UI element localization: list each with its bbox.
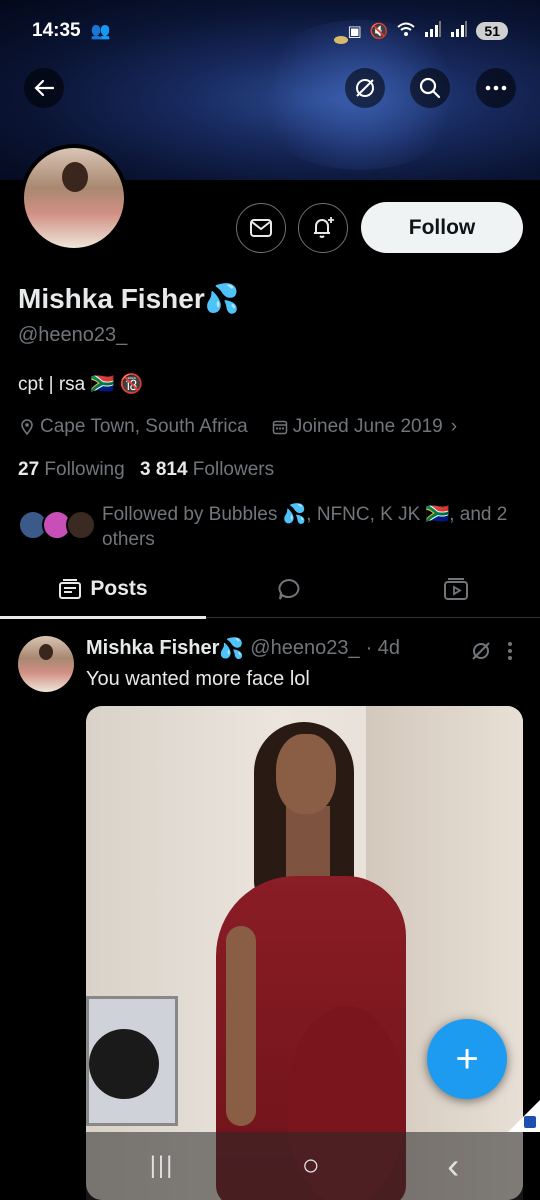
home-button[interactable]: ○	[302, 1149, 320, 1183]
search-icon	[419, 77, 441, 99]
location-icon	[21, 419, 33, 436]
image-neck	[286, 806, 330, 886]
joined-item[interactable]: Joined June 2019 ›	[272, 416, 457, 438]
tab-replies[interactable]	[206, 560, 372, 618]
recent-apps-button[interactable]: |||	[150, 1152, 175, 1180]
post-author-name[interactable]: Mishka Fisher	[86, 637, 219, 660]
image-face	[276, 734, 336, 814]
chevron-right-icon: ›	[450, 416, 458, 437]
following-label: Following	[44, 459, 125, 480]
followed-by-avatars	[18, 502, 98, 540]
sweat-emoji: 💦	[219, 638, 245, 660]
post-header: Mishka Fisher 💦 @heeno23_ · 4d	[86, 636, 400, 661]
wifi-icon	[396, 21, 416, 41]
search-button[interactable]	[410, 68, 450, 108]
profile-name-text: Mishka Fisher	[18, 283, 205, 314]
message-button[interactable]	[236, 203, 286, 253]
tab-posts-label: Posts	[90, 577, 148, 600]
mail-icon	[250, 219, 272, 237]
profile-name: Mishka Fisher💦	[18, 282, 240, 315]
signal-icon	[424, 21, 442, 41]
status-bar: 14:35 👥 ▣ 🔇 51	[0, 0, 540, 62]
followed-by[interactable]: Followed by Bubbles 💦, NFNC, K JK 🇿🇦, an…	[18, 502, 528, 552]
grok-button[interactable]	[345, 68, 385, 108]
people-icon: 👥	[90, 23, 111, 40]
avatar-figure	[62, 162, 88, 192]
location-item: Cape Town, South Africa	[18, 416, 248, 438]
mute-icon: 🔇	[369, 23, 389, 40]
signal-icon	[450, 21, 468, 41]
follow-counts: 27 Following 3 814 Followers	[18, 459, 274, 481]
location-text: Cape Town, South Africa	[40, 416, 248, 437]
posts-icon	[59, 579, 82, 599]
compose-button[interactable]: +	[427, 1019, 507, 1099]
sweat-emoji: 💦	[204, 283, 240, 314]
profile-tabs: Posts	[0, 560, 540, 619]
followers-label: Followers	[192, 459, 275, 480]
notify-button[interactable]	[298, 203, 348, 253]
tab-media[interactable]	[372, 560, 540, 618]
tab-posts[interactable]: Posts	[0, 560, 206, 619]
post-more-button[interactable]	[506, 641, 514, 666]
followers-link[interactable]: 3 814 Followers	[140, 459, 274, 480]
plus-icon: +	[455, 1036, 479, 1081]
profile-bio: cpt | rsa 🇿🇦 🔞	[18, 374, 144, 395]
nav-back-button[interactable]: ‹	[447, 1145, 459, 1187]
system-navbar: ||| ○ ‹	[86, 1132, 523, 1200]
arrow-left-icon	[34, 79, 55, 97]
badge-mark	[524, 1116, 536, 1128]
media-icon	[444, 578, 468, 600]
more-button[interactable]	[476, 68, 516, 108]
battery-indicator: 51	[476, 22, 508, 40]
profile-handle: @heeno23_	[18, 324, 128, 346]
following-count: 27	[18, 459, 40, 480]
status-icons: ▣ 🔇 51	[348, 21, 508, 41]
post-grok-button[interactable]	[470, 640, 492, 667]
follow-button[interactable]: Follow	[361, 202, 523, 253]
notification-icon: ▣	[347, 23, 362, 40]
following-link[interactable]: 27 Following	[18, 459, 125, 480]
profile-avatar[interactable]	[20, 144, 128, 252]
follower-avatar	[66, 510, 96, 540]
profile-meta: Cape Town, South Africa Joined June 2019…	[18, 416, 457, 438]
followed-by-text: Followed by Bubbles 💦, NFNC, K JK 🇿🇦, an…	[102, 504, 508, 550]
slash-circle-icon	[472, 642, 490, 660]
joined-text: Joined June 2019	[292, 416, 443, 437]
reply-icon	[278, 578, 300, 600]
bell-plus-icon	[314, 217, 334, 238]
calendar-icon	[272, 420, 287, 435]
image-tv	[86, 996, 178, 1126]
post-image[interactable]	[86, 706, 523, 1200]
image-tv-figure	[89, 1029, 159, 1099]
post-author-handle: @heeno23_	[250, 637, 360, 659]
slash-circle-icon	[356, 79, 374, 97]
avatar-figure	[39, 644, 53, 660]
more-icon	[485, 85, 507, 91]
tab-active-indicator	[0, 616, 206, 619]
status-time: 14:35	[32, 20, 81, 41]
post-text: You wanted more face lol	[86, 668, 310, 690]
post-avatar[interactable]	[18, 636, 74, 692]
image-arm	[226, 926, 256, 1126]
more-vertical-icon	[508, 642, 512, 660]
back-button[interactable]	[24, 68, 64, 108]
followers-count: 3 814	[139, 459, 188, 480]
post-time: · 4d	[365, 637, 401, 659]
